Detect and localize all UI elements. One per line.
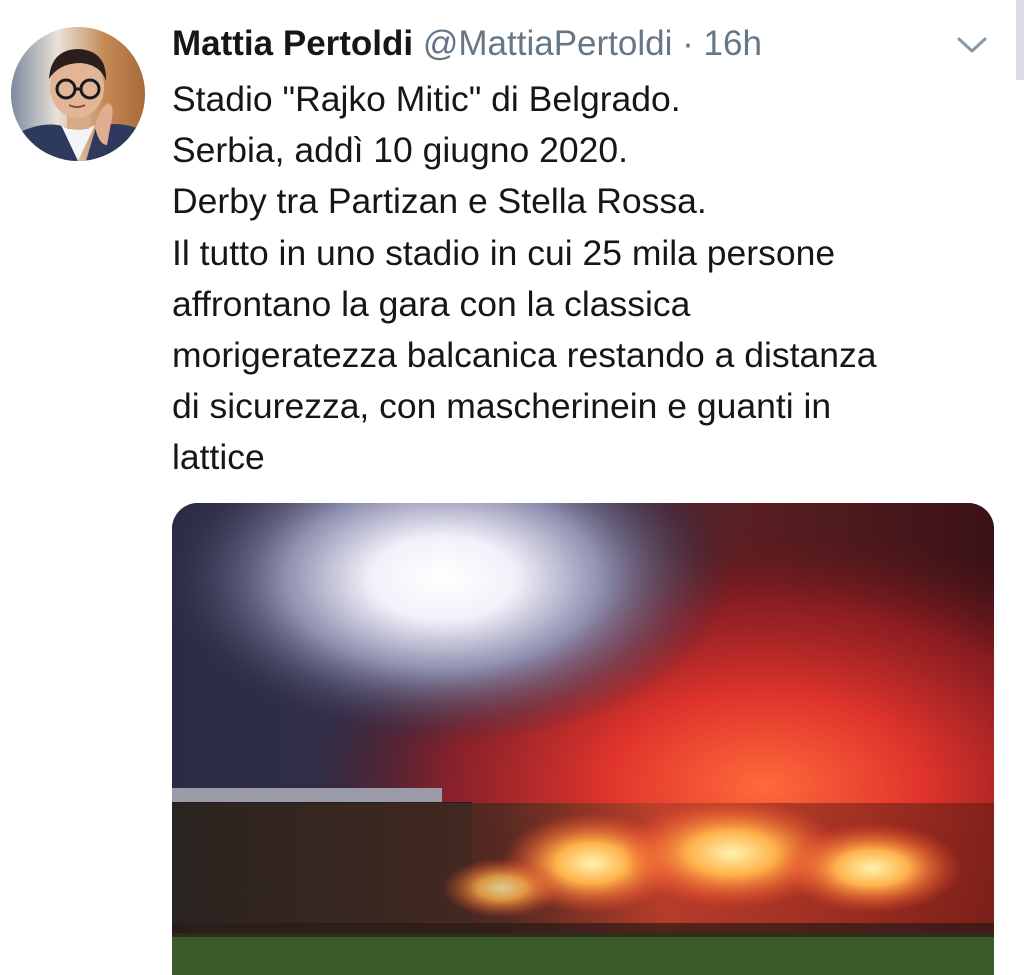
tweet-text: Stadio "Rajko Mitic" di Belgrado. Serbia…: [172, 74, 1002, 484]
tweet-card[interactable]: Mattia Pertoldi @MattiaPertoldi · 16h St…: [0, 0, 1024, 975]
tweet-text-line: lattice: [172, 437, 265, 478]
tweet-header: Mattia Pertoldi @MattiaPertoldi · 16h: [172, 22, 762, 66]
avatar[interactable]: [11, 27, 145, 161]
tweet-text-line: Serbia, addì 10 giugno 2020.: [172, 130, 628, 171]
tweet-text-line: Il tutto in uno stadio in cui 25 mila pe…: [172, 232, 836, 273]
tweet-media-video[interactable]: [172, 503, 994, 975]
tweet-text-line: Derby tra Partizan e Stella Rossa.: [172, 181, 707, 222]
chevron-down-icon[interactable]: [953, 30, 991, 60]
separator-dot: ·: [682, 24, 694, 63]
scrollbar[interactable]: [1016, 0, 1024, 80]
tweet-text-line: affrontano la gara con la classica: [172, 283, 691, 324]
author-name[interactable]: Mattia Pertoldi: [172, 24, 413, 63]
author-handle[interactable]: @MattiaPertoldi: [423, 24, 673, 63]
timestamp[interactable]: 16h: [704, 24, 762, 63]
tweet-text-line: Stadio "Rajko Mitic" di Belgrado.: [172, 79, 681, 119]
tweet-text-line: morigeratezza balcanica restando a dista…: [172, 335, 877, 376]
tweet-text-line: di sicurezza, con mascherinein e guanti …: [172, 386, 832, 427]
